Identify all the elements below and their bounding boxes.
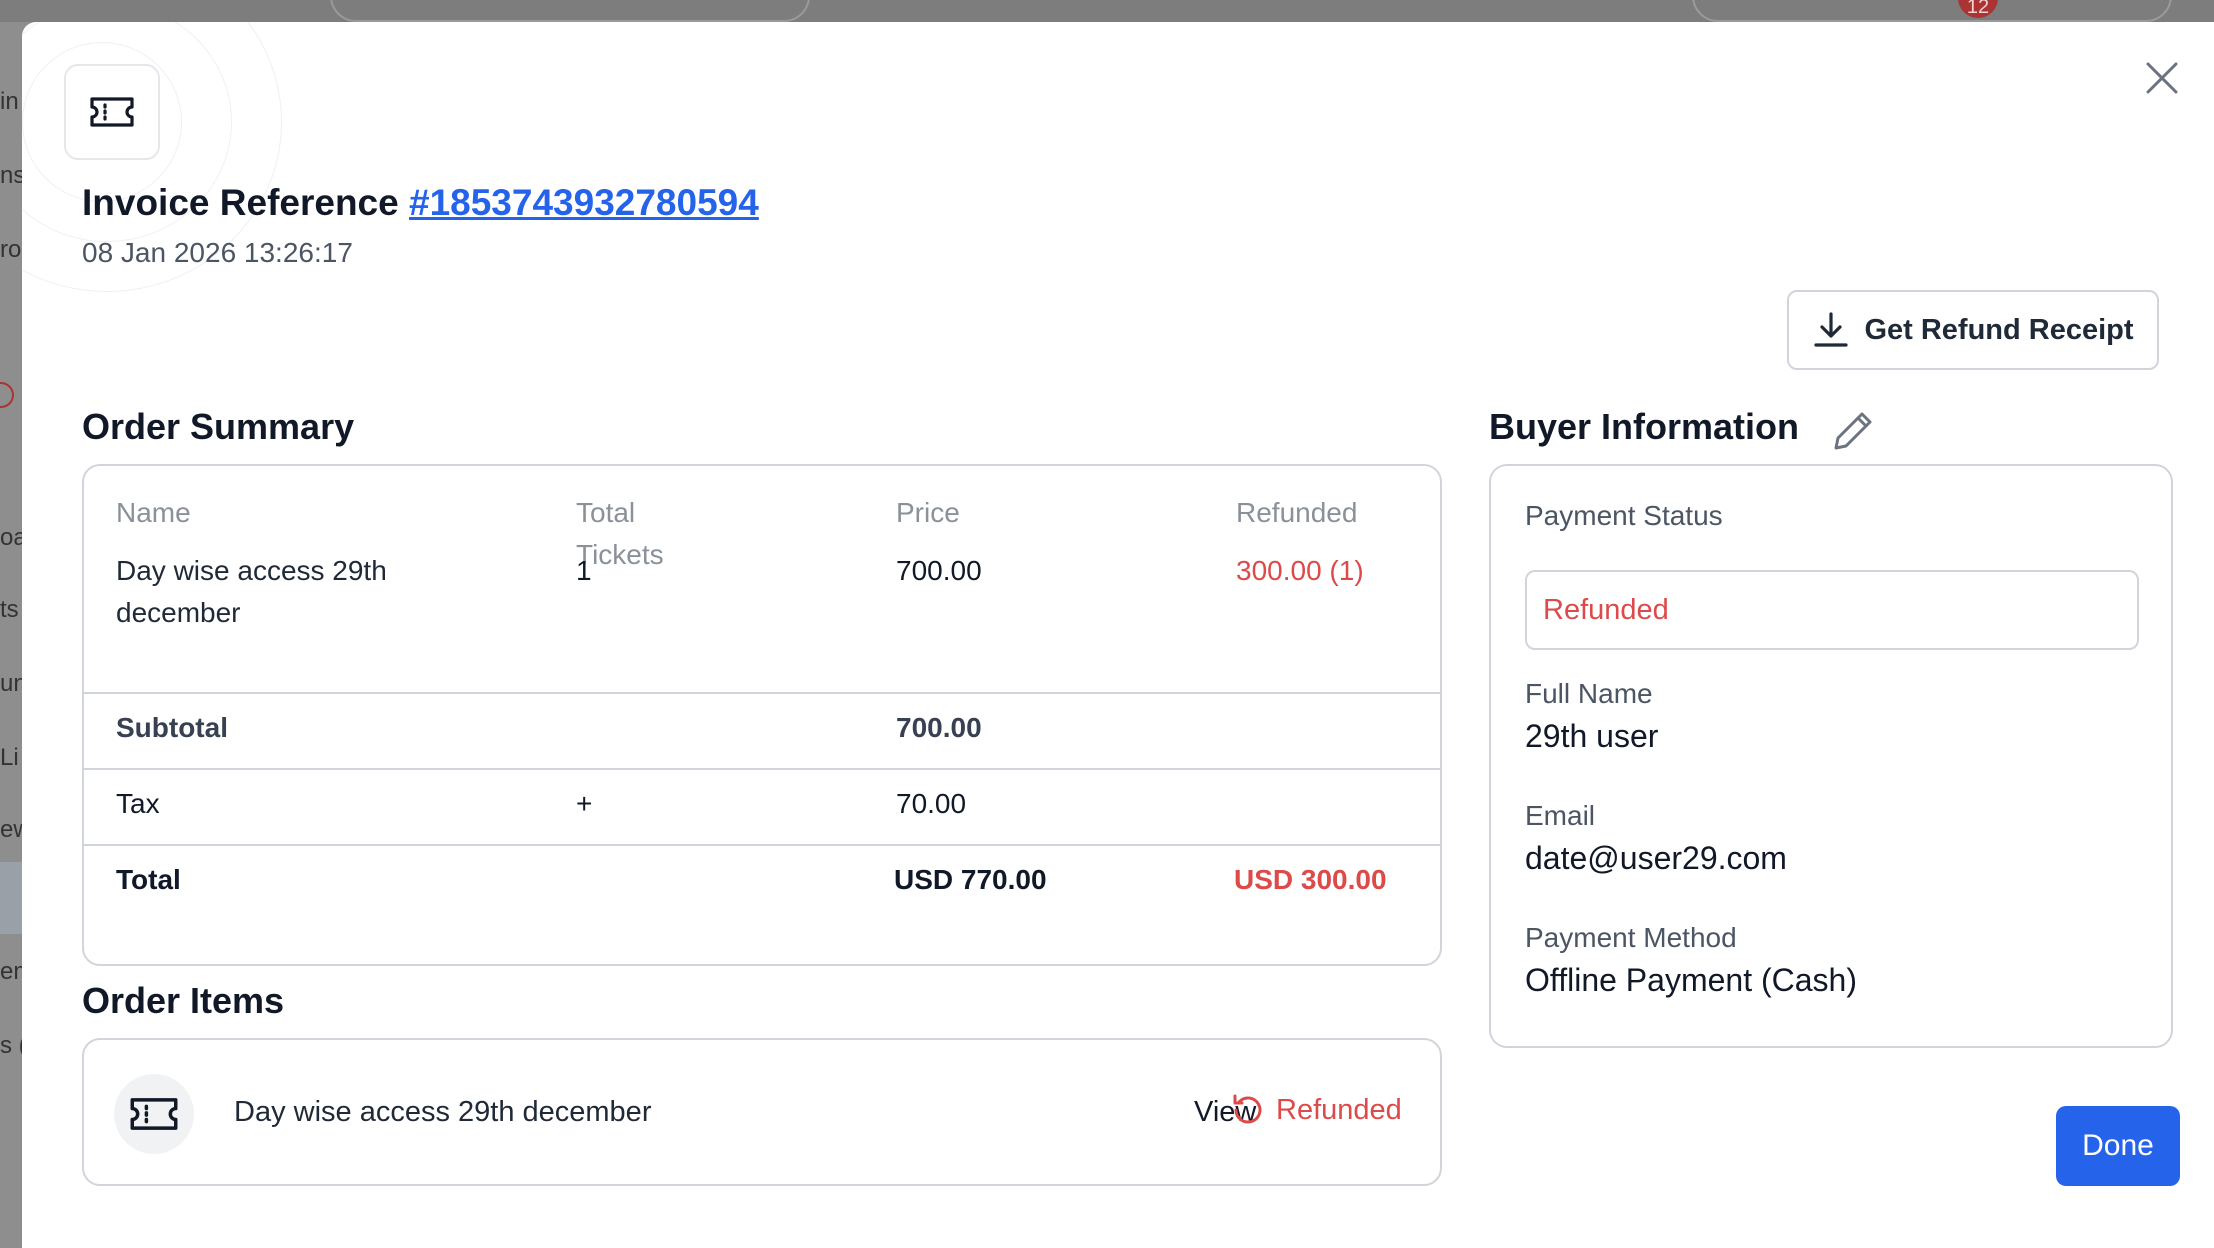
sidebar-fragment: in: [0, 88, 19, 115]
refund-icon: [1233, 1094, 1262, 1124]
divider: [84, 692, 1440, 694]
row-price: 700.00: [896, 555, 982, 586]
row-name-line2: december: [116, 597, 241, 628]
subtotal-label: Subtotal: [116, 712, 228, 743]
header-price: Price: [896, 497, 960, 528]
buyer-information-card: Payment Status Refunded Full Name 29th u…: [1489, 464, 2173, 1048]
tax-sign: +: [576, 788, 593, 819]
background-search-pill: [330, 0, 810, 22]
invoice-date: 08 Jan 2026 13:26:17: [82, 237, 353, 268]
row-refunded: 300.00 (1): [1236, 555, 1364, 586]
get-refund-receipt-button[interactable]: Get Refund Receipt: [1787, 290, 2159, 370]
sidebar-alert-icon: [0, 382, 14, 408]
sidebar-active-item: [0, 862, 22, 934]
total-refunded: USD 300.00: [1234, 864, 1387, 895]
email-value: date@user29.com: [1525, 840, 1787, 876]
row-name-line1: Day wise access 29th: [116, 555, 387, 586]
order-items-title: Order Items: [82, 980, 285, 1021]
subtotal-value: 700.00: [896, 712, 982, 743]
done-button[interactable]: Done: [2056, 1106, 2180, 1186]
buyer-information-title: Buyer Information: [1489, 406, 1800, 447]
download-icon: [1814, 312, 1849, 347]
order-item-name: Day wise access 29th december: [234, 1096, 652, 1128]
divider: [84, 768, 1440, 770]
sidebar-fragment: Li: [0, 744, 19, 771]
close-button[interactable]: [2140, 56, 2184, 100]
header-name: Name: [116, 497, 191, 528]
header-total-tickets-line1: Total: [576, 497, 636, 528]
email-label: Email: [1525, 800, 1596, 831]
payment-method-label: Payment Method: [1525, 922, 1737, 953]
sidebar-fragment: ts: [0, 596, 19, 623]
background-user-pill: [1692, 0, 2172, 22]
tax-value: 70.00: [896, 788, 967, 819]
divider: [84, 844, 1440, 846]
payment-status-label: Payment Status: [1525, 500, 1723, 531]
order-item-status-label: Refunded: [1276, 1093, 1402, 1126]
invoice-title: Invoice Reference #1853743932780594: [82, 182, 759, 224]
total-label: Total: [116, 864, 181, 895]
header-refunded: Refunded: [1236, 497, 1358, 528]
row-name: Day wise access 29th december: [116, 550, 387, 634]
total-value: USD 770.00: [894, 864, 1047, 895]
invoice-modal: Invoice Reference #1853743932780594 08 J…: [22, 22, 2214, 1248]
tax-label: Tax: [116, 788, 160, 819]
invoice-number-link[interactable]: #1853743932780594: [409, 182, 759, 223]
row-tickets: 1: [576, 555, 592, 586]
order-summary-table: Name Total Tickets Price Refunded Day wi…: [82, 464, 1442, 966]
order-item-card: Day wise access 29th december View Refun…: [82, 1038, 1442, 1186]
full-name-value: 29th user: [1525, 718, 1659, 754]
order-item-status: Refunded: [1230, 1092, 1402, 1128]
get-refund-receipt-label: Get Refund Receipt: [1864, 313, 2134, 346]
sidebar-fragment: ro: [0, 236, 22, 263]
ticket-icon: [114, 1074, 194, 1154]
invoice-title-prefix: Invoice Reference: [82, 182, 399, 223]
order-summary-title: Order Summary: [82, 406, 355, 447]
pencil-icon[interactable]: [1832, 408, 1876, 452]
payment-status-field[interactable]: Refunded: [1525, 570, 2139, 650]
close-icon: [2146, 62, 2178, 94]
full-name-label: Full Name: [1525, 678, 1653, 709]
ticket-icon: [64, 64, 160, 160]
payment-method-value: Offline Payment (Cash): [1525, 962, 1857, 998]
